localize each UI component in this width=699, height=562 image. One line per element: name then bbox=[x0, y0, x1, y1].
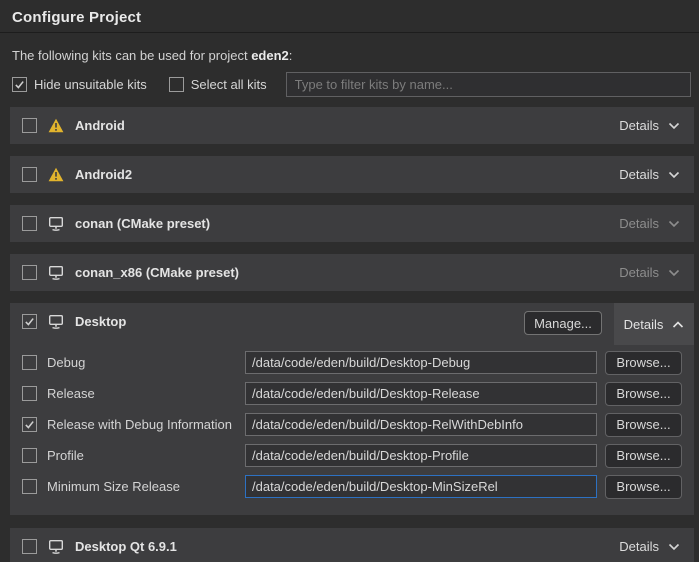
details-button[interactable]: Details bbox=[605, 156, 694, 193]
select-all-kits-label: Select all kits bbox=[191, 77, 267, 92]
config-label: Profile bbox=[47, 448, 245, 463]
build-dir-input-relwithdebinfo[interactable] bbox=[245, 413, 597, 436]
hide-unsuitable-kits-checkbox[interactable]: Hide unsuitable kits bbox=[12, 77, 147, 92]
checkbox-unchecked[interactable] bbox=[22, 355, 37, 370]
browse-button[interactable]: Browse... bbox=[605, 475, 682, 499]
kits-intro-text: The following kits can be used for proje… bbox=[12, 48, 687, 63]
chevron-down-icon bbox=[668, 118, 680, 133]
build-dir-input-release[interactable] bbox=[245, 382, 597, 405]
config-row-release: Release Browse... bbox=[10, 378, 694, 409]
check-icon[interactable] bbox=[22, 417, 37, 432]
browse-button[interactable]: Browse... bbox=[605, 413, 682, 437]
check-icon[interactable] bbox=[12, 77, 27, 92]
kit-name: conan_x86 (CMake preset) bbox=[75, 265, 239, 280]
desktop-icon bbox=[47, 539, 64, 554]
warning-icon bbox=[47, 118, 64, 133]
chevron-down-icon bbox=[668, 167, 680, 182]
intro-suffix: : bbox=[289, 48, 293, 63]
kit-name: conan (CMake preset) bbox=[75, 216, 210, 231]
page-header: Configure Project bbox=[0, 0, 699, 33]
details-button: Details bbox=[605, 254, 694, 291]
kit-list: Android Details Android2 Details conan (… bbox=[10, 107, 694, 562]
chevron-down-icon bbox=[668, 265, 680, 280]
kit-row-android[interactable]: Android Details bbox=[10, 107, 694, 144]
filter-controls: Hide unsuitable kits Select all kits bbox=[12, 72, 691, 97]
checkbox-unchecked[interactable] bbox=[22, 479, 37, 494]
chevron-down-icon bbox=[668, 539, 680, 554]
build-dir-input-debug[interactable] bbox=[245, 351, 597, 374]
page-title: Configure Project bbox=[12, 9, 687, 26]
browse-button[interactable]: Browse... bbox=[605, 444, 682, 468]
checkbox-unchecked[interactable] bbox=[22, 386, 37, 401]
checkbox-unchecked[interactable] bbox=[22, 265, 37, 280]
checkbox-unchecked[interactable] bbox=[22, 118, 37, 133]
config-row-relwithdebinfo: Release with Debug Information Browse... bbox=[10, 409, 694, 440]
kit-row-conan[interactable]: conan (CMake preset) Details bbox=[10, 205, 694, 242]
details-button: Details bbox=[605, 205, 694, 242]
kit-name: Desktop bbox=[75, 314, 126, 329]
hide-unsuitable-kits-label: Hide unsuitable kits bbox=[34, 77, 147, 92]
chevron-up-icon bbox=[672, 317, 684, 332]
config-label: Debug bbox=[47, 355, 245, 370]
kit-row-conan-x86[interactable]: conan_x86 (CMake preset) Details bbox=[10, 254, 694, 291]
details-button-expanded[interactable]: Details bbox=[614, 303, 694, 345]
details-button[interactable]: Details bbox=[605, 107, 694, 144]
config-row-profile: Profile Browse... bbox=[10, 440, 694, 471]
build-dir-input-profile[interactable] bbox=[245, 444, 597, 467]
build-dir-input-minsizerel[interactable] bbox=[245, 475, 597, 498]
kit-row-desktop-qt-691[interactable]: Desktop Qt 6.9.1 Details bbox=[10, 528, 694, 562]
config-row-minsizerel: Minimum Size Release Browse... bbox=[10, 471, 694, 502]
desktop-icon bbox=[47, 216, 64, 231]
project-name: eden2 bbox=[251, 48, 289, 63]
browse-button[interactable]: Browse... bbox=[605, 382, 682, 406]
checkbox-unchecked[interactable] bbox=[22, 216, 37, 231]
kit-filter-input[interactable] bbox=[286, 72, 691, 97]
config-label: Minimum Size Release bbox=[47, 479, 245, 494]
desktop-icon bbox=[47, 265, 64, 280]
details-button[interactable]: Details bbox=[605, 528, 694, 562]
chevron-down-icon bbox=[668, 216, 680, 231]
kit-section-desktop: Desktop Manage... Details Debug Browse..… bbox=[10, 303, 694, 515]
kit-name: Android2 bbox=[75, 167, 132, 182]
checkbox-unchecked[interactable] bbox=[22, 448, 37, 463]
config-label: Release bbox=[47, 386, 245, 401]
kit-row-android2[interactable]: Android2 Details bbox=[10, 156, 694, 193]
build-config-list: Debug Browse... Release Browse... Releas… bbox=[10, 347, 694, 502]
checkbox-unchecked[interactable] bbox=[22, 167, 37, 182]
select-all-kits-checkbox[interactable]: Select all kits bbox=[169, 77, 267, 92]
kit-name: Android bbox=[75, 118, 125, 133]
warning-icon bbox=[47, 167, 64, 182]
desktop-icon bbox=[47, 314, 64, 329]
config-label: Release with Debug Information bbox=[47, 417, 245, 432]
checkbox-unchecked[interactable] bbox=[169, 77, 184, 92]
browse-button[interactable]: Browse... bbox=[605, 351, 682, 375]
kit-name: Desktop Qt 6.9.1 bbox=[75, 539, 177, 554]
manage-button[interactable]: Manage... bbox=[524, 311, 602, 335]
checkbox-unchecked[interactable] bbox=[22, 539, 37, 554]
check-icon[interactable] bbox=[22, 314, 37, 329]
config-row-debug: Debug Browse... bbox=[10, 347, 694, 378]
intro-prefix: The following kits can be used for proje… bbox=[12, 48, 251, 63]
